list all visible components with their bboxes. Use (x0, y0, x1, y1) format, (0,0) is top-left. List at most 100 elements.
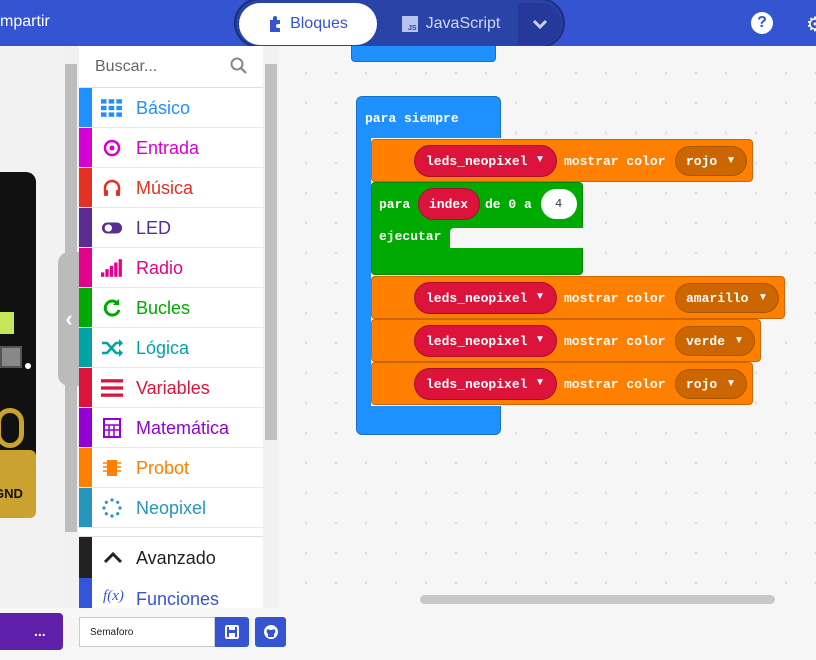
color-dropdown-label: verde (686, 334, 726, 349)
help-icon[interactable]: ? (751, 12, 773, 34)
dotted-circle-icon (102, 498, 122, 518)
category-color-bar (79, 208, 92, 247)
category-color-bar (79, 128, 92, 167)
strip-variable-dropdown[interactable]: leds_neopixel ▼ (414, 145, 557, 177)
category-advanced[interactable]: Avanzado (79, 536, 263, 579)
tab-blocks-label: Bloques (290, 15, 348, 32)
for-label: para (379, 197, 411, 212)
category-label: Avanzado (136, 548, 216, 568)
search-icon[interactable] (230, 57, 248, 75)
pin-label: B (0, 312, 14, 334)
for-loop-block[interactable]: para index de 0 a 4 (371, 182, 583, 226)
color-dropdown[interactable]: rojo ▼ (675, 369, 747, 399)
category-color-bar (79, 537, 92, 579)
dropdown-arrow-icon: ▼ (535, 154, 545, 165)
grid-icon (101, 99, 122, 117)
board-led (25, 363, 31, 369)
dropdown-arrow-icon: ▼ (758, 292, 768, 303)
strip-variable-dropdown[interactable]: leds_neopixel ▼ (414, 282, 557, 314)
category-bucles[interactable]: Bucles (79, 288, 263, 328)
category-probot[interactable]: Probot (79, 448, 263, 488)
color-dropdown[interactable]: rojo ▼ (675, 146, 747, 176)
save-button[interactable] (215, 617, 249, 647)
editor-dropdown-button[interactable] (518, 3, 562, 45)
puzzle-icon (270, 16, 281, 32)
category-color-bar (79, 168, 92, 207)
show-color-block[interactable]: leds_neopixel ▼ mostrar color rojo ▼ (371, 362, 753, 405)
category-label: Entrada (136, 138, 200, 158)
floppy-icon (225, 625, 239, 639)
function-icon: f(x) (103, 588, 124, 604)
dropdown-arrow-icon: ▼ (726, 378, 736, 389)
category-neopixel[interactable]: Neopixel (79, 488, 263, 528)
search-input[interactable]: Buscar... (95, 58, 157, 76)
category-functions[interactable]: f(x) Funciones (79, 578, 263, 608)
tab-javascript-label: JavaScript (425, 15, 501, 32)
category-label: Básico (136, 98, 191, 118)
range-end-input[interactable]: 4 (541, 189, 577, 219)
chevron-left-icon: ‹ (65, 306, 73, 331)
app-root: mpartir Bloques JS JavaScript ? ⚙ B GND (0, 0, 816, 660)
category-color-bar (79, 578, 92, 608)
category-label: Radio (136, 258, 184, 278)
category-label: Funciones (136, 589, 220, 608)
range-end-value: 4 (555, 197, 563, 211)
category-label: LED (136, 218, 172, 238)
show-color-label: mostrar color (564, 291, 666, 306)
show-color-block[interactable]: leds_neopixel ▼ mostrar color rojo ▼ (371, 139, 753, 182)
collapse-simulator-button[interactable]: ‹ (58, 252, 80, 386)
category-radio[interactable]: Radio (79, 248, 263, 288)
show-color-label: mostrar color (564, 334, 666, 349)
color-dropdown[interactable]: verde ▼ (675, 326, 755, 356)
calculator-icon (103, 418, 121, 438)
js-icon: JS (401, 16, 418, 32)
workspace-horizontal-scrollbar[interactable] (420, 595, 775, 604)
gnd-pin[interactable]: GND (0, 450, 36, 518)
do-slot[interactable] (450, 228, 583, 248)
tab-javascript[interactable]: JS JavaScript (386, 3, 516, 45)
for-loop-bottom (371, 248, 583, 275)
category-musica[interactable]: Música (79, 168, 263, 208)
toolbox-search[interactable]: Buscar... (79, 46, 263, 88)
strip-variable-label: leds_neopixel (426, 154, 528, 169)
strip-variable-dropdown[interactable]: leds_neopixel ▼ (414, 368, 557, 400)
toolbox-scrollbar[interactable] (263, 46, 279, 608)
category-label: Bucles (136, 298, 191, 318)
share-button[interactable]: mpartir (0, 13, 50, 31)
github-button[interactable] (255, 617, 286, 647)
project-name-input[interactable]: Semaforo (79, 617, 215, 647)
category-color-bar (79, 248, 92, 287)
show-color-block[interactable]: leds_neopixel ▼ mostrar color amarillo ▼ (371, 276, 785, 319)
forever-block-arm (356, 138, 371, 408)
category-color-bar (79, 328, 92, 367)
partial-block[interactable] (351, 46, 496, 62)
category-matematica[interactable]: Matemática (79, 408, 263, 448)
refresh-icon (103, 299, 121, 317)
forever-block[interactable]: para siempre (356, 96, 501, 138)
strip-variable-dropdown[interactable]: leds_neopixel ▼ (414, 325, 557, 357)
color-dropdown[interactable]: amarillo ▼ (675, 283, 779, 313)
range-label: de 0 a (485, 197, 532, 212)
show-color-block[interactable]: leds_neopixel ▼ mostrar color verde ▼ (371, 319, 761, 362)
microbit-button-b[interactable] (0, 346, 22, 368)
category-led[interactable]: LED (79, 208, 263, 248)
index-variable[interactable]: index (418, 188, 480, 220)
svg-text:JS: JS (408, 25, 417, 32)
category-label: Variables (136, 378, 210, 398)
chevron-down-icon (532, 19, 548, 29)
category-basico[interactable]: Básico (79, 88, 263, 128)
more-options-button[interactable]: ... (0, 613, 63, 650)
category-entrada[interactable]: Entrada (79, 128, 263, 168)
pin-ring[interactable] (0, 408, 24, 448)
category-color-bar (79, 288, 92, 327)
toolbox-scroll-thumb[interactable] (265, 64, 277, 440)
category-logica[interactable]: Lógica (79, 328, 263, 368)
category-variables[interactable]: Variables (79, 368, 263, 408)
category-label: Probot (136, 458, 190, 478)
show-color-label: mostrar color (564, 154, 666, 169)
dropdown-arrow-icon: ▼ (535, 334, 545, 345)
category-label: Música (136, 178, 194, 198)
tab-blocks[interactable]: Bloques (239, 3, 377, 45)
gear-icon[interactable]: ⚙ (806, 12, 816, 37)
color-dropdown-label: rojo (686, 154, 718, 169)
